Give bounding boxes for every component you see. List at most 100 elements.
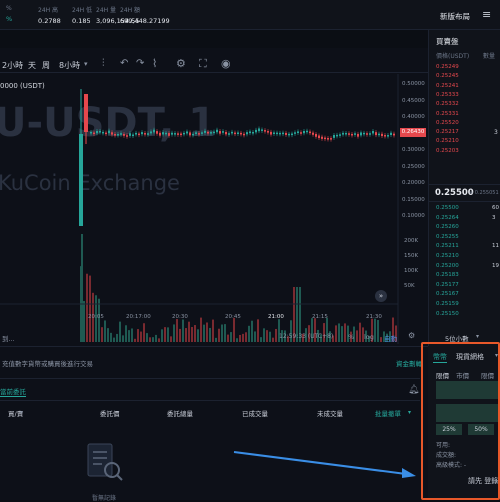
volume-bar	[89, 275, 91, 342]
side-filter-chevron-icon[interactable]: ▾	[20, 409, 23, 416]
ask-price[interactable]: 0.25333	[436, 92, 459, 98]
bid-price[interactable]: 0.25500	[436, 205, 459, 211]
candle-body	[348, 133, 350, 135]
indicator-icon[interactable]: ⫶	[102, 58, 105, 69]
candle-body	[79, 134, 83, 226]
bid-qty: 3	[492, 214, 496, 221]
candle-body	[342, 132, 344, 135]
menu-icon[interactable]: ≡	[482, 8, 491, 21]
dropdown-chevron-icon[interactable]: ▾	[84, 60, 88, 68]
stat-24h-amount: 24H 額 699,448.27199	[120, 7, 170, 25]
candle-body	[375, 132, 377, 136]
time-axis-tick: 20:17:00	[126, 314, 151, 320]
bid-price[interactable]: 0.25167	[436, 291, 459, 297]
volume-bar	[233, 317, 235, 342]
volume-bar	[185, 328, 187, 342]
log-toggle[interactable]: log	[364, 333, 374, 341]
ask-price[interactable]: 0.25332	[436, 101, 459, 107]
bid-price[interactable]: 0.25150	[436, 311, 459, 317]
undo-icon[interactable]: ↶	[120, 58, 128, 69]
volume-axis-tick: 50K	[404, 283, 415, 289]
volume-bar	[251, 320, 253, 342]
interval-2h[interactable]: 2小時	[2, 60, 23, 71]
fullscreen-icon[interactable]: ⛶	[199, 57, 207, 71]
volume-bar	[215, 337, 217, 342]
last-price: 0.25500	[435, 188, 474, 198]
ask-price[interactable]: 0.25331	[436, 111, 459, 117]
time-axis-tick: 21:30	[366, 314, 382, 320]
bid-price[interactable]: 0.25211	[436, 243, 459, 249]
interval-8h[interactable]: 8小時	[59, 60, 80, 71]
bid-price[interactable]: 0.25183	[436, 272, 459, 278]
transfer-link[interactable]: 資金劃轉	[396, 358, 422, 368]
candle-body	[258, 128, 260, 132]
bid-price[interactable]: 0.25260	[436, 224, 459, 230]
bid-price[interactable]: 0.25255	[436, 234, 459, 240]
candle-body	[270, 131, 272, 135]
orderbook-title: 買賣盤	[436, 37, 459, 46]
ask-price[interactable]: 0.25241	[436, 83, 459, 89]
candle-body	[117, 134, 119, 136]
candle-body	[153, 129, 155, 133]
candle-body	[213, 131, 215, 134]
candle-body	[345, 132, 347, 135]
candle-body	[294, 132, 296, 134]
candle-body	[300, 132, 302, 134]
ask-price[interactable]: 0.25217	[436, 129, 459, 135]
volume-bar	[161, 329, 163, 342]
auto-toggle[interactable]: 自動	[384, 333, 397, 343]
cancel-all-button[interactable]: 批量撤單	[375, 408, 401, 418]
candle-body	[384, 135, 386, 137]
volume-bar	[122, 335, 124, 342]
volume-bar	[143, 323, 145, 342]
ask-price[interactable]: 0.25520	[436, 120, 459, 126]
bell-icon[interactable]: 🔔︎	[408, 385, 419, 395]
ask-price[interactable]: 0.25249	[436, 64, 459, 70]
bid-price[interactable]: 0.25200	[436, 263, 459, 269]
volume-bar	[263, 328, 265, 342]
settings-gear-icon[interactable]: ⚙	[176, 57, 186, 70]
candlestick-chart[interactable]	[0, 74, 428, 344]
candle-body	[162, 132, 164, 135]
cancel-all-chevron-icon[interactable]: ▾	[408, 409, 411, 416]
ask-price[interactable]: 0.25210	[436, 138, 459, 144]
candles-group	[79, 89, 395, 226]
time-axis-tick: 21:00	[268, 314, 284, 320]
chart-settings-gear-icon[interactable]: ⚙	[408, 331, 415, 340]
interval-week[interactable]: 周	[42, 60, 50, 71]
volume-bar	[227, 334, 229, 342]
candle-body	[243, 133, 245, 136]
decimals-chevron-icon[interactable]: ▾	[476, 333, 479, 340]
ask-price[interactable]: 0.25203	[436, 148, 459, 154]
candle-body	[240, 132, 242, 135]
bid-qty: 19	[492, 262, 499, 269]
empty-label: 暫無記錄	[92, 495, 117, 502]
bid-price[interactable]: 0.25159	[436, 301, 459, 307]
tab-current-orders[interactable]: 當前委託	[0, 386, 26, 397]
chart-type-icon[interactable]: ⌇	[152, 57, 157, 70]
volume-bar	[377, 319, 379, 342]
volume-bar	[257, 319, 259, 342]
bid-price[interactable]: 0.25210	[436, 253, 459, 259]
candle-body	[222, 131, 224, 133]
candle-body	[264, 130, 266, 132]
candle-body	[234, 132, 236, 135]
highlight-box	[421, 342, 500, 500]
scroll-right-button[interactable]: »	[375, 290, 387, 302]
candle-body	[372, 130, 374, 134]
candle-body	[174, 133, 176, 135]
volume-bar	[158, 338, 160, 342]
current-price-tag: 0.26430	[400, 128, 426, 137]
ask-price[interactable]: 0.25245	[436, 73, 459, 79]
bid-price[interactable]: 0.25177	[436, 282, 459, 288]
camera-icon[interactable]: ◉	[221, 57, 231, 70]
interval-day[interactable]: 天	[28, 60, 36, 71]
bid-price[interactable]: 0.25264	[436, 215, 459, 221]
redo-icon[interactable]: ↷	[136, 58, 144, 69]
candle-body	[225, 132, 227, 135]
candle-body	[315, 133, 317, 137]
percent-toggle[interactable]: %	[348, 333, 354, 341]
volume-bar	[176, 319, 178, 342]
new-layout-button[interactable]: 新版布局	[440, 11, 470, 22]
stat-24h-low: 24H 低 0.185	[72, 7, 93, 25]
